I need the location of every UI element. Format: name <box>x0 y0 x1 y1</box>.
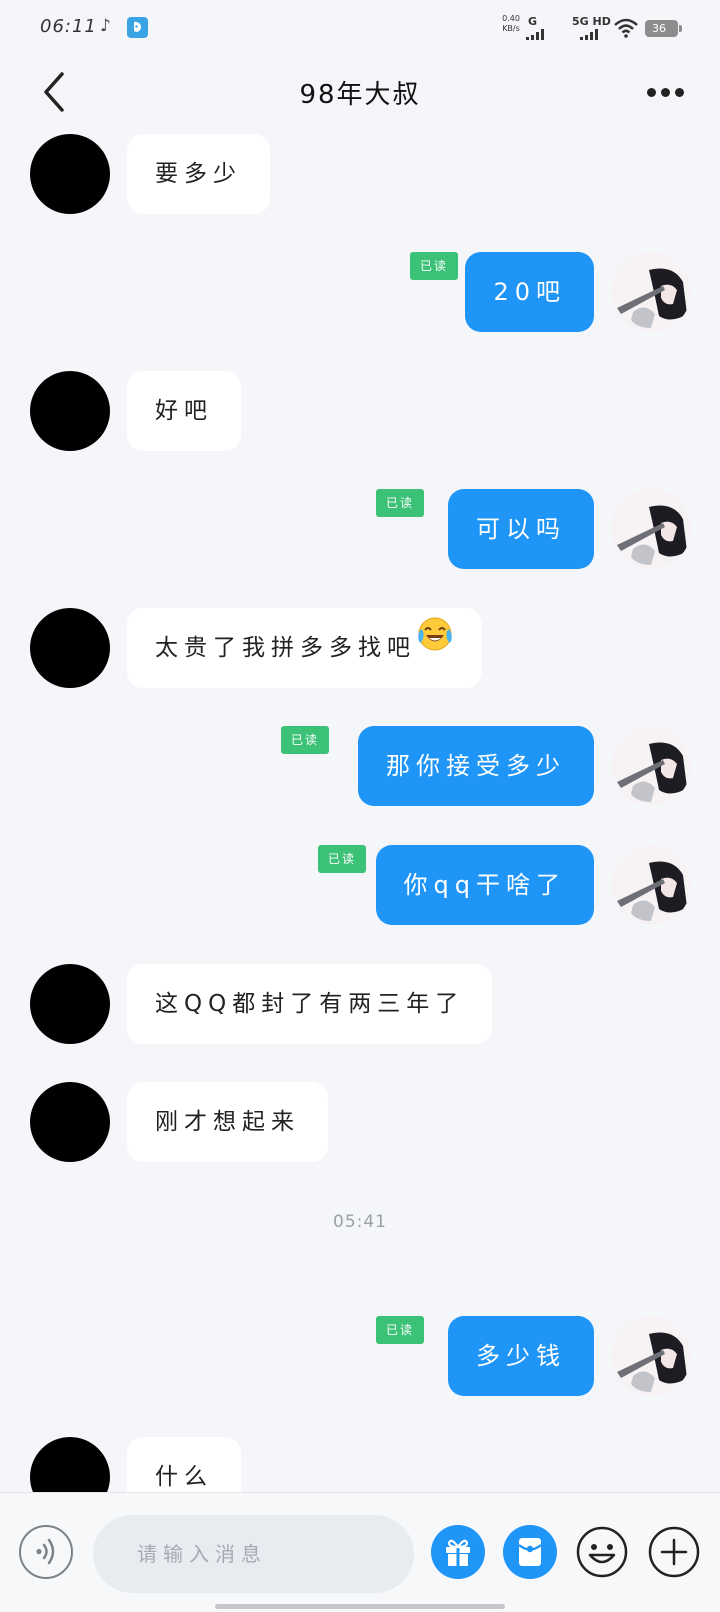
message-bubble[interactable]: 你qq干啥了 <box>375 845 594 925</box>
chat-screen: 06:11 ♪ 0.40 KB/s G 5G HD 36 98年大叔 要多少 已… <box>0 0 720 1612</box>
status-bar: 06:11 ♪ 0.40 KB/s G 5G HD 36 <box>0 0 720 56</box>
network-speed: 0.40 KB/s <box>502 14 520 33</box>
music-note-icon: ♪ <box>100 16 111 36</box>
read-receipt-badge: 已读 <box>280 726 329 754</box>
message-bubble[interactable]: 刚才想起来 <box>127 1082 328 1162</box>
read-receipt-badge: 已读 <box>409 252 458 280</box>
message-text: 太贵了我拼多多找吧 <box>155 635 416 661</box>
my-avatar[interactable] <box>611 252 691 332</box>
battery-icon: 36 <box>645 20 682 37</box>
message-list[interactable]: 要多少 已读 20吧 好吧 已读 可以吗 太贵了我拼多多找吧 已读 那你接受多少… <box>0 128 720 1492</box>
app-notification-icon <box>127 17 148 38</box>
wifi-icon <box>614 18 638 38</box>
message-bubble[interactable]: 多少钱 <box>448 1316 594 1396</box>
message-bubble[interactable]: 好吧 <box>127 371 241 451</box>
contact-avatar[interactable] <box>30 1082 110 1162</box>
message-bubble[interactable]: 20吧 <box>465 252 594 332</box>
message-input[interactable] <box>93 1515 414 1593</box>
input-bar <box>0 1492 720 1612</box>
read-receipt-badge: 已读 <box>375 1316 424 1344</box>
my-avatar[interactable] <box>611 726 691 806</box>
signal-bars-icon <box>580 28 598 40</box>
voice-icon <box>36 1538 55 1565</box>
battery-level: 36 <box>652 22 666 35</box>
contact-avatar[interactable] <box>30 1437 110 1492</box>
red-packet-button[interactable] <box>503 1525 557 1579</box>
read-receipt-badge: 已读 <box>375 489 424 517</box>
plus-button[interactable] <box>647 1525 701 1579</box>
status-time: 06:11 <box>40 16 97 37</box>
anime-avatar-image <box>611 845 691 925</box>
network-type-2: 5G HD <box>572 15 611 28</box>
more-options-button[interactable] <box>640 78 690 106</box>
emoji-button[interactable] <box>575 1525 629 1579</box>
plus-icon <box>648 1526 700 1578</box>
my-avatar[interactable] <box>611 845 691 925</box>
anime-avatar-image <box>611 489 691 569</box>
smiley-icon <box>576 1526 628 1578</box>
anime-avatar-image <box>611 252 691 332</box>
gift-button[interactable] <box>431 1525 485 1579</box>
voice-input-button[interactable] <box>19 1525 73 1579</box>
contact-avatar[interactable] <box>30 134 110 214</box>
anime-avatar-image <box>611 1316 691 1396</box>
chevron-left-icon <box>44 72 64 112</box>
signal-bars-icon <box>526 28 544 40</box>
contact-avatar[interactable] <box>30 608 110 688</box>
message-bubble[interactable]: 可以吗 <box>448 489 594 569</box>
tears-of-joy-emoji-icon <box>416 606 454 686</box>
network-type-1: G <box>528 15 538 28</box>
gift-icon <box>446 1539 470 1566</box>
message-bubble[interactable]: 那你接受多少 <box>358 726 594 806</box>
my-avatar[interactable] <box>611 489 691 569</box>
message-bubble[interactable]: 什么 <box>127 1437 241 1492</box>
my-avatar[interactable] <box>611 1316 691 1396</box>
message-bubble[interactable]: 这QQ都封了有两三年了 <box>127 964 493 1044</box>
back-button[interactable] <box>32 68 76 116</box>
message-timestamp: 05:41 <box>333 1212 387 1232</box>
page-title: 98年大叔 <box>299 80 421 110</box>
anime-avatar-image <box>611 726 691 806</box>
contact-avatar[interactable] <box>30 371 110 451</box>
home-indicator[interactable] <box>215 1604 505 1609</box>
read-receipt-badge: 已读 <box>317 845 366 873</box>
contact-avatar[interactable] <box>30 964 110 1044</box>
chat-header: 98年大叔 <box>0 56 720 128</box>
message-bubble[interactable]: 太贵了我拼多多找吧 <box>127 608 482 688</box>
message-bubble[interactable]: 要多少 <box>127 134 270 214</box>
red-packet-icon <box>518 1538 542 1566</box>
more-dots-icon <box>647 88 656 97</box>
